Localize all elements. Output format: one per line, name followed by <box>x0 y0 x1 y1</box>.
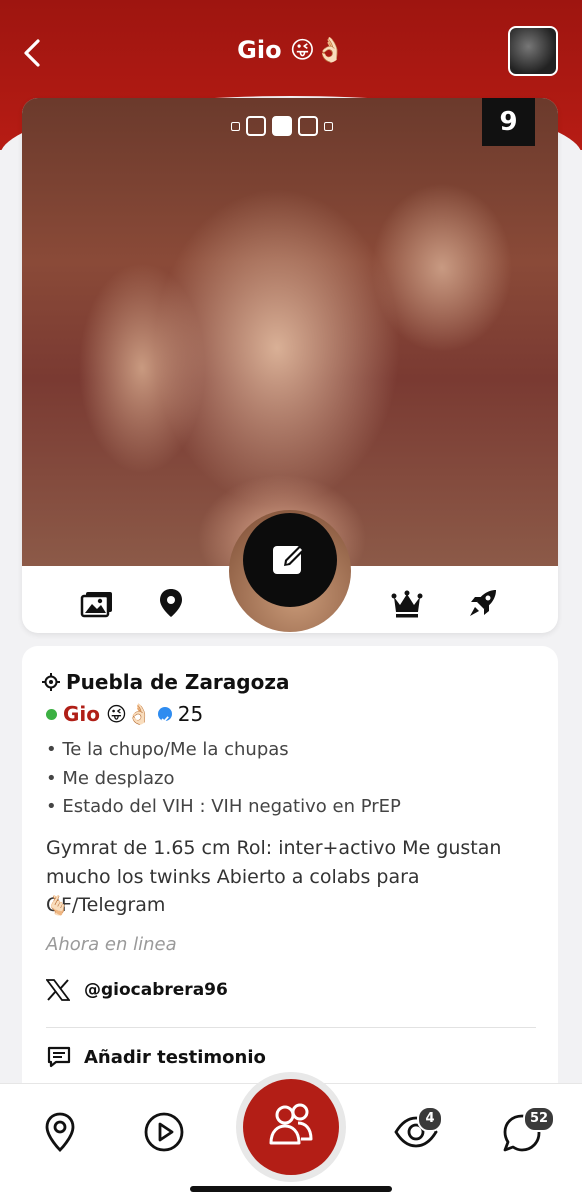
messages-count-badge: 52 <box>523 1106 555 1132</box>
gallery-dot-active[interactable] <box>272 116 292 136</box>
gallery-icon[interactable] <box>80 586 114 620</box>
location-text: Puebla de Zaragoza <box>66 670 290 694</box>
testimonial-label: Añadir testimonio <box>84 1046 266 1068</box>
views-count-badge: 4 <box>417 1106 443 1132</box>
attribute-item: • Me desplazo <box>46 767 175 789</box>
profile-info-card: Puebla de Zaragoza Gio 😜👌🏻 25 • Te la ch… <box>22 646 558 1086</box>
gallery-dot[interactable] <box>324 121 333 131</box>
play-icon[interactable] <box>140 1108 188 1156</box>
x-twitter-icon <box>46 979 70 1001</box>
profile-thumbnail[interactable] <box>508 26 558 76</box>
crown-icon[interactable] <box>390 586 424 620</box>
online-status-dot <box>46 708 57 720</box>
attribute-item: • Estado del VIH : VIH negativo en PrEP <box>46 796 401 817</box>
comment-icon <box>47 1046 71 1068</box>
gallery-dot[interactable] <box>298 116 318 136</box>
edit-button-wrap <box>229 510 351 632</box>
photo-card: 9 <box>22 98 558 633</box>
people-icon <box>269 1103 313 1145</box>
page-title: Gio 😜👌🏻 <box>237 36 345 64</box>
gallery-indicators <box>231 116 333 136</box>
rocket-boost-icon[interactable] <box>466 586 500 620</box>
name-emoji: 😜👌🏻 <box>106 702 152 726</box>
profile-bio: Gymrat de 1.65 cm Rol: inter+activo Me g… <box>46 837 502 916</box>
twitter-link[interactable]: @giocabrera96 <box>46 979 228 1001</box>
profile-photo[interactable] <box>22 98 558 566</box>
gallery-dot[interactable] <box>231 121 240 131</box>
bio-emoji: 🫰🏻 <box>46 895 70 917</box>
edit-icon <box>273 545 305 574</box>
home-indicator <box>190 1186 392 1192</box>
map-pin-icon[interactable] <box>36 1108 84 1156</box>
crosshair-icon <box>42 673 60 691</box>
gallery-dot[interactable] <box>246 116 266 136</box>
add-testimonial-button[interactable]: Añadir testimonio <box>46 1045 266 1069</box>
attribute-item: • Te la chupo/Me la chupas <box>46 739 289 760</box>
divider <box>46 1027 536 1028</box>
tab-bar: 4 52 <box>0 1072 582 1201</box>
twitter-handle: @giocabrera96 <box>84 980 228 1000</box>
verified-badge-icon <box>157 707 172 723</box>
last-seen-status: Ahora en linea <box>46 934 177 955</box>
profile-name: Gio <box>63 702 101 726</box>
profile-age: 25 <box>177 702 204 726</box>
location-row: Puebla de Zaragoza <box>42 670 290 694</box>
people-tab-button[interactable] <box>236 1072 346 1182</box>
location-pin-icon[interactable] <box>154 586 188 620</box>
photo-count-badge: 9 <box>482 98 535 146</box>
edit-profile-button[interactable] <box>243 513 337 607</box>
attributes-list: • Te la chupo/Me la chupas • Me desplazo… <box>46 736 401 822</box>
name-row: Gio 😜👌🏻 25 <box>46 702 203 726</box>
